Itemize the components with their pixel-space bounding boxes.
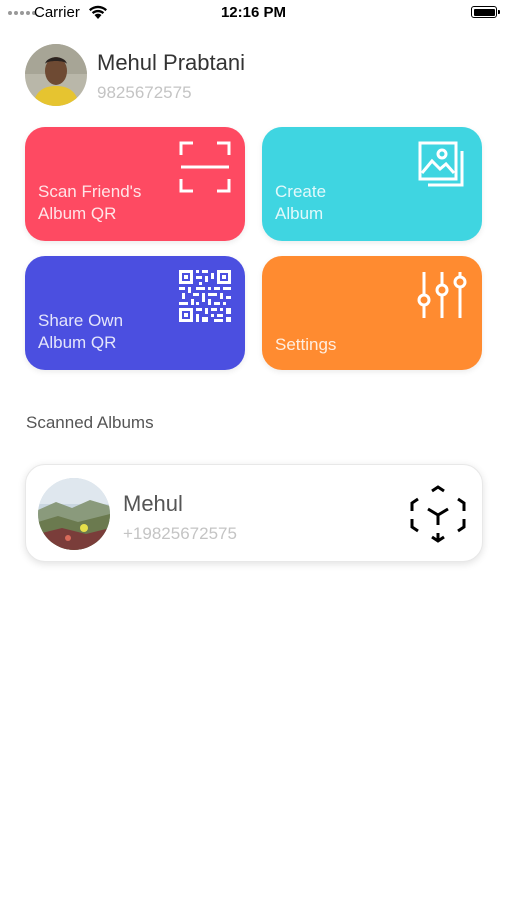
tile-label: Share Own Album QR <box>38 311 124 352</box>
tile-label: Create Album <box>275 182 327 223</box>
battery-icon <box>471 6 500 18</box>
status-bar: Carrier 12:16 PM <box>0 0 507 26</box>
album-thumbnail <box>38 478 110 550</box>
create-album-button[interactable]: Create Album <box>262 127 482 241</box>
profile-phone: 9825672575 <box>97 83 192 102</box>
qr-code-icon <box>179 270 231 322</box>
share-own-album-qr-button[interactable]: Share Own Album QR <box>25 256 245 370</box>
ar-cube-icon[interactable] <box>410 485 466 543</box>
profile-name: Mehul Prabtani <box>97 50 245 75</box>
gallery-icon <box>418 141 464 187</box>
album-phone: +19825672575 <box>123 524 237 543</box>
album-name: Mehul <box>123 491 183 516</box>
tile-label: Settings <box>275 335 337 354</box>
clock: 12:16 PM <box>220 4 287 21</box>
section-title: Scanned Albums <box>26 413 154 432</box>
scan-icon <box>179 141 231 193</box>
avatar[interactable] <box>25 44 87 106</box>
tile-label: Scan Friend's Album QR <box>38 182 142 223</box>
settings-button[interactable]: Settings <box>262 256 482 370</box>
avatar-photo <box>25 44 87 106</box>
sliders-icon <box>417 272 467 318</box>
album-card[interactable]: Mehul +19825672575 <box>25 464 483 562</box>
scan-friends-album-qr-button[interactable]: Scan Friend's Album QR <box>25 127 245 241</box>
